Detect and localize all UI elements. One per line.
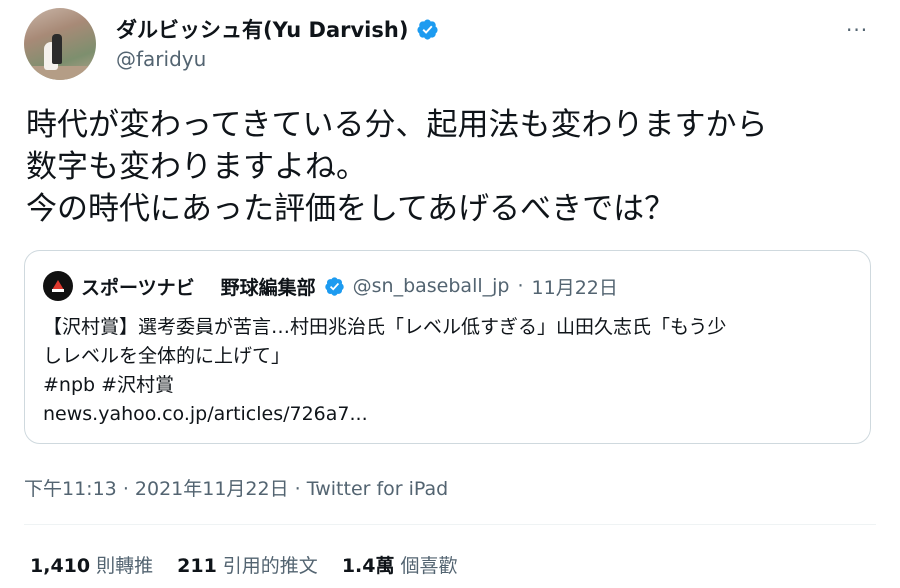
meta-separator: · (122, 478, 129, 500)
quotes-count: 211 (177, 555, 217, 577)
verified-badge-icon (417, 18, 438, 40)
quoted-tweet-card[interactable]: スポーツナビ 野球編集部 @sn_baseball_jp · 11月22日 【沢… (24, 250, 871, 444)
retweets-count: 1,410 (30, 555, 91, 577)
quoted-account-name: 野球編集部 (220, 276, 316, 299)
author-avatar[interactable] (24, 8, 96, 80)
sportsnavi-logo-icon (43, 271, 73, 301)
likes-stat[interactable]: 1.4萬 個喜歡 (342, 551, 458, 578)
quoted-text-line: しレベルを全体的に上げて」 (43, 345, 291, 367)
tweet-stats: 1,410 則轉推 211 引用的推文 1.4萬 個喜歡 (30, 551, 458, 578)
author-display-name[interactable]: ダルビッシュ有(Yu Darvish) (116, 14, 408, 44)
likes-label: 個喜歡 (400, 555, 458, 577)
tweet-time[interactable]: 下午11:13 (24, 478, 117, 500)
quoted-link[interactable]: news.yahoo.co.jp/articles/726a7... (43, 400, 858, 429)
author-name-row: ダルビッシュ有(Yu Darvish) (116, 14, 439, 44)
quoted-text-line: 【沢村賞】選考委員が苦言…村田兆治氏「レベル低すぎる」山田久志氏「もう少 (43, 316, 727, 338)
tweet-line: 時代が変わってきている分、起用法も変わりますから (26, 107, 768, 143)
avatar-ground (24, 66, 96, 80)
avatar-figure-groom (52, 34, 62, 64)
quoted-hashtags[interactable]: #npb #沢村賞 (43, 371, 858, 400)
divider (24, 524, 876, 525)
tweet-text: 時代が変わってきている分、起用法も変わりますから 数字も変わりますよね。 今の時… (26, 104, 876, 230)
tweet-source[interactable]: Twitter for iPad (307, 478, 448, 500)
tweet-meta: 下午11:13 · 2021年11月22日 · Twitter for iPad (24, 474, 448, 501)
tweet-line: 数字も変わりますよね。 (26, 149, 367, 185)
more-options-icon[interactable]: ··· (846, 18, 868, 42)
quoted-tweet-header: スポーツナビ 野球編集部 @sn_baseball_jp · 11月22日 (43, 271, 618, 301)
retweets-stat[interactable]: 1,410 則轉推 (30, 551, 153, 578)
quoted-date[interactable]: 11月22日 (532, 273, 618, 300)
quoted-separator: · (517, 275, 524, 297)
retweets-label: 則轉推 (96, 555, 154, 577)
quoted-brand-name: スポーツナビ (81, 276, 195, 299)
likes-count: 1.4萬 (341, 555, 395, 577)
meta-separator: · (294, 478, 301, 500)
quoted-handle: @sn_baseball_jp (352, 275, 510, 297)
verified-badge-icon (324, 276, 344, 296)
quotes-stat[interactable]: 211 引用的推文 (177, 551, 318, 578)
quotes-label: 引用的推文 (222, 555, 318, 577)
tweet-date[interactable]: 2021年11月22日 (135, 478, 289, 500)
tweet-line: 今の時代にあった評価をしてあげるべきでは？ (26, 191, 676, 227)
author-handle[interactable]: @faridyu (116, 47, 206, 71)
quoted-tweet-body: 【沢村賞】選考委員が苦言…村田兆治氏「レベル低すぎる」山田久志氏「もう少 しレベ… (43, 313, 858, 429)
